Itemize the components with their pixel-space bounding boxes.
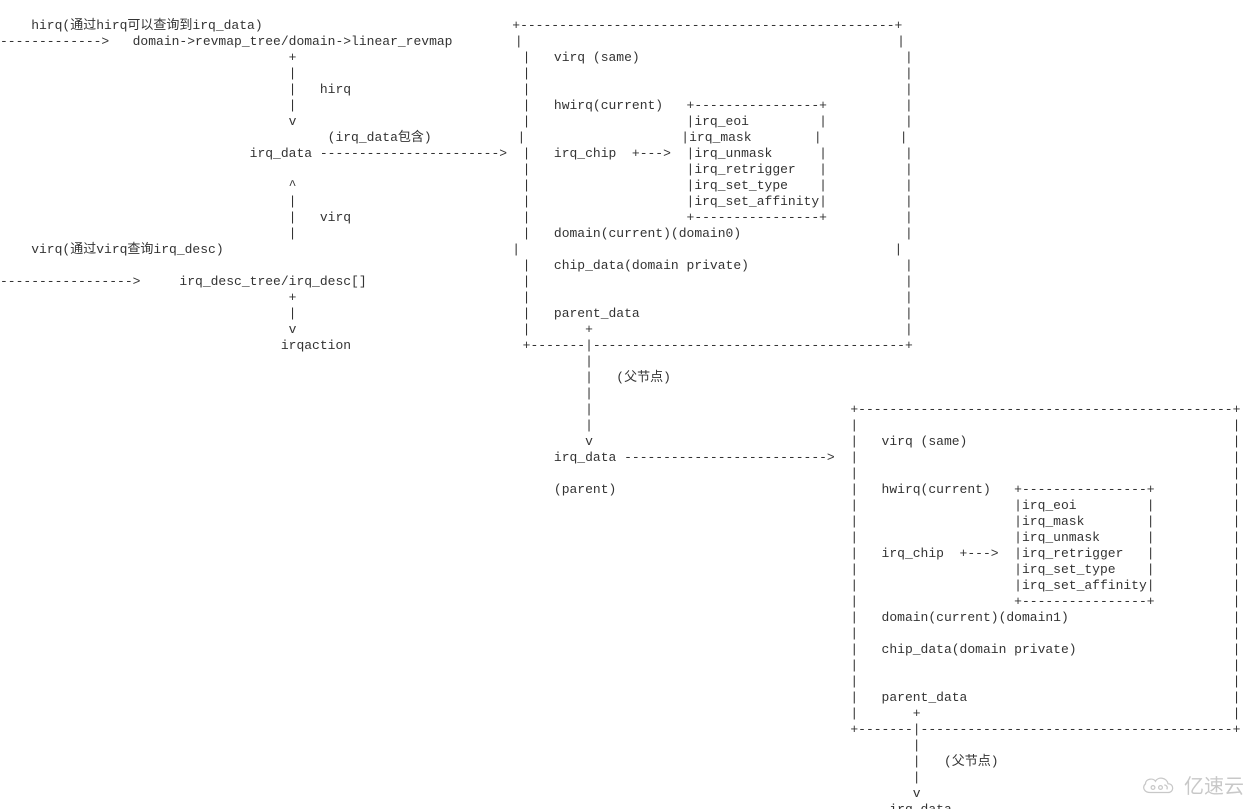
ascii-diagram: hirq(通过hirq可以查询到irq_data) +-------------…: [0, 0, 1260, 809]
